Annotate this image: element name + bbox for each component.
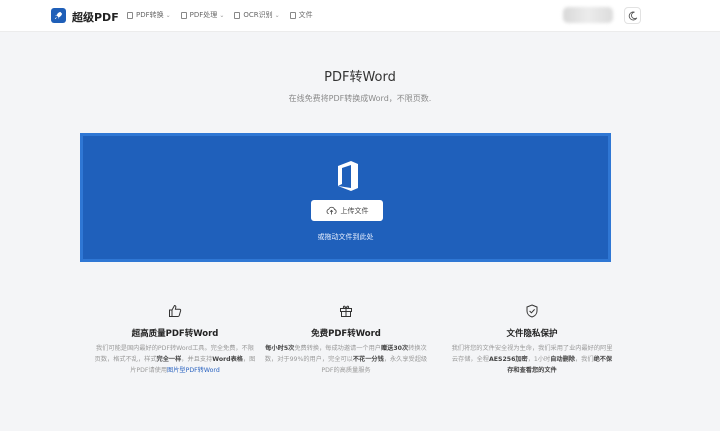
office-word-icon [338, 161, 358, 191]
feature-quality: 超高质量PDF转Word 我们可能是国内最好的PDF转Word工具。完全免费，不… [93, 304, 257, 376]
feature-highlight: 每小时5次 [265, 345, 295, 352]
upload-file-button[interactable]: 上传文件 [311, 200, 383, 221]
feature-highlight: 赠送30次 [380, 345, 409, 352]
chevron-down-icon: ⌄ [165, 11, 171, 19]
feature-text: ，我们 [575, 356, 594, 363]
theme-toggle-button[interactable] [624, 7, 641, 24]
nav-item-pdf-convert[interactable]: PDF转换 ⌄ [127, 10, 171, 20]
user-account-area[interactable] [563, 7, 613, 23]
document-icon [127, 11, 133, 19]
feature-title: 免费PDF转Word [311, 329, 381, 339]
feature-free: 免费PDF转Word 每小时5次免费转换，每成功邀请一个用户赠送30次转换次数，… [264, 304, 428, 376]
thumbs-up-icon [169, 304, 182, 317]
document-icon [289, 11, 296, 19]
feature-privacy: 文件隐私保护 我们将您的文件安全视为生命，我们采用了业内最好的阿里云存储，全程A… [450, 304, 614, 376]
feature-text: ，并且支持 [181, 356, 213, 363]
feature-text: 免费转换，每成功邀请一个用户 [294, 345, 381, 352]
moon-icon [628, 11, 638, 21]
nav-label: 文件 [298, 11, 313, 19]
chevron-down-icon: ⌄ [219, 11, 225, 19]
feature-text: ，1小时 [527, 356, 551, 363]
feature-description: 我们将您的文件安全视为生命，我们采用了业内最好的阿里云存储，全程AES256加密… [450, 343, 614, 376]
nav-label: PDF处理 [189, 11, 218, 19]
shield-check-icon [526, 304, 538, 318]
top-header: 超级PDF PDF转换 ⌄ PDF处理 ⌄ OCR识别 ⌄ 文件 [0, 0, 720, 32]
feature-highlight: 自动删除 [550, 356, 575, 363]
upload-drop-zone[interactable]: 上传文件 或拖动文件到此处 [80, 133, 611, 262]
nav-label: PDF转换 [136, 11, 164, 19]
page-subtitle: 在线免费将PDF转换成Word，不限页数. [288, 94, 432, 103]
feature-highlight: 完全一样 [156, 356, 182, 363]
main-nav: PDF转换 ⌄ PDF处理 ⌄ OCR识别 ⌄ 文件 [127, 10, 323, 20]
chevron-down-icon: ⌄ [274, 11, 280, 19]
feature-highlight: AES256加密 [488, 356, 528, 363]
cloud-upload-icon [326, 206, 336, 215]
feature-title: 超高质量PDF转Word [131, 329, 219, 339]
page-title: PDF转Word [324, 70, 396, 85]
document-icon [234, 11, 241, 19]
rocket-logo-icon[interactable] [51, 8, 66, 23]
upload-button-label: 上传文件 [340, 206, 369, 215]
nav-label: OCR识别 [243, 11, 273, 19]
feature-description: 每小时5次免费转换，每成功邀请一个用户赠送30次转换次数，对于99%的用户，完全… [264, 343, 428, 376]
nav-item-ocr[interactable]: OCR识别 ⌄ [234, 10, 280, 20]
feature-highlight: Word表格 [212, 356, 243, 363]
document-icon [180, 11, 187, 19]
feature-description: 我们可能是国内最好的PDF转Word工具。完全免费，不限页数，格式不乱，样式完全… [93, 343, 257, 376]
nav-item-pdf-process[interactable]: PDF处理 ⌄ [180, 10, 225, 20]
feature-title: 文件隐私保护 [506, 329, 558, 339]
gift-icon [340, 305, 352, 317]
image-pdf-to-word-link[interactable]: 图片型PDF转Word [167, 367, 220, 374]
brand-name[interactable]: 超级PDF [72, 9, 119, 25]
drag-drop-hint: 或拖动文件到此处 [317, 233, 374, 241]
nav-item-files[interactable]: 文件 [289, 10, 313, 20]
feature-highlight: 不花一分钱 [352, 356, 384, 363]
